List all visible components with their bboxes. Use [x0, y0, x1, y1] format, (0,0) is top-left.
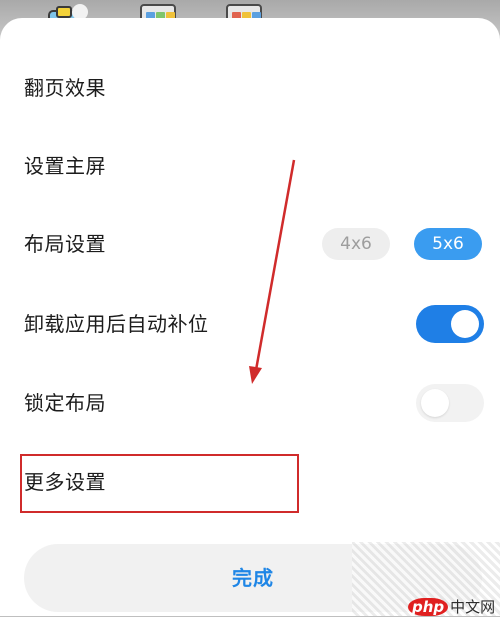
annotation-arrow-icon: [249, 159, 296, 384]
watermark-logo: php 中文网: [408, 596, 495, 617]
watermark-site-text: 中文网: [450, 598, 496, 616]
php-logo-text: php: [408, 598, 449, 616]
